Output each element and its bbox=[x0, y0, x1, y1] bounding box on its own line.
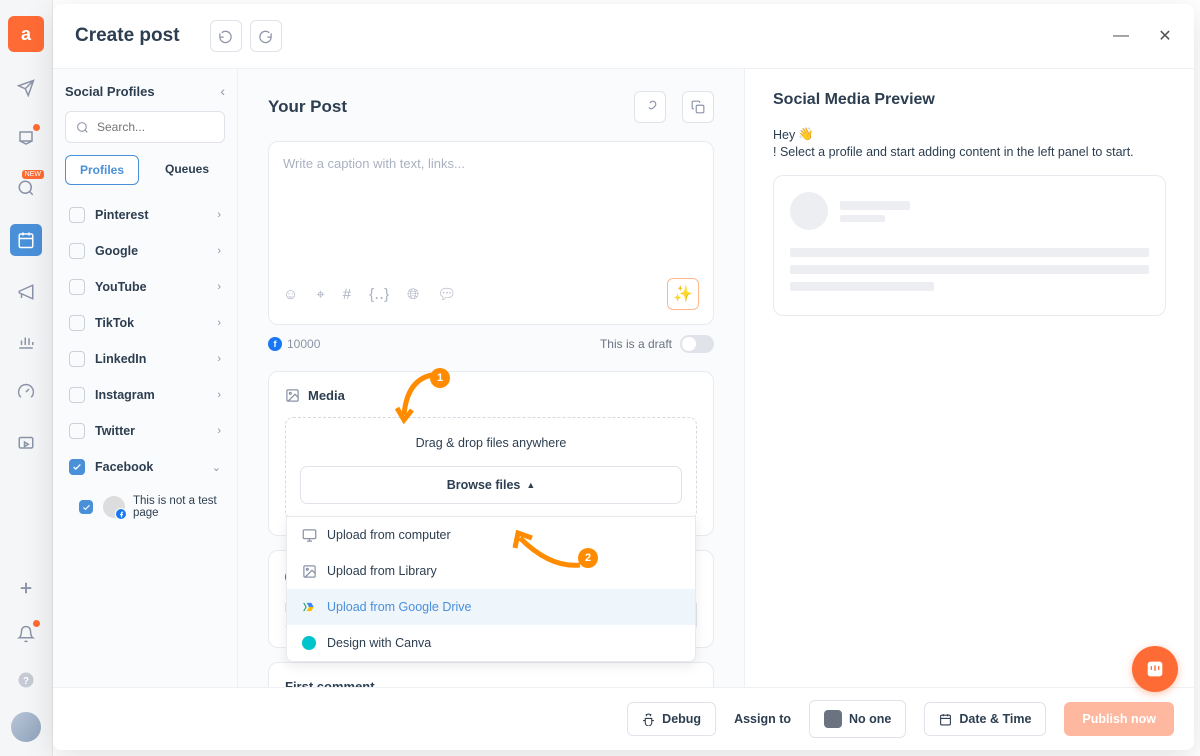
user-avatar[interactable] bbox=[11, 712, 41, 742]
bell-icon[interactable] bbox=[12, 620, 40, 648]
noone-icon bbox=[824, 710, 842, 728]
create-post-modal: Create post — ✕ Social Profiles ‹ Profil… bbox=[53, 4, 1194, 750]
close-button[interactable]: ✕ bbox=[1158, 29, 1172, 43]
gdrive-icon bbox=[301, 599, 317, 615]
first-comment-section: First comment Publish a first comment wi… bbox=[268, 662, 714, 687]
location-icon[interactable]: ⌖ bbox=[316, 286, 324, 303]
preview-text: Hey 👋 ! Select a profile and start addin… bbox=[773, 127, 1166, 159]
help-icon[interactable]: ? bbox=[12, 666, 40, 694]
redo-button[interactable] bbox=[250, 20, 282, 52]
chat-icon[interactable]: 💬︎ bbox=[437, 285, 456, 303]
modal-title: Create post bbox=[75, 25, 180, 47]
sub-profile-page[interactable]: This is not a test page bbox=[65, 485, 225, 529]
ai-magic-button[interactable]: ✨ bbox=[667, 278, 699, 310]
upload-dropdown: Upload from computer Upload from Library… bbox=[286, 516, 696, 662]
hashtag-icon[interactable]: # bbox=[343, 286, 351, 303]
draft-toggle[interactable] bbox=[680, 335, 714, 353]
library-icon[interactable] bbox=[12, 428, 40, 456]
profile-facebook[interactable]: Facebook⌄ bbox=[65, 449, 225, 485]
variable-icon[interactable]: {‥} bbox=[369, 285, 389, 303]
undo-button[interactable] bbox=[210, 20, 242, 52]
upload-library[interactable]: Upload from Library bbox=[287, 553, 695, 589]
wave-emoji: 👋 bbox=[798, 127, 814, 142]
gauge-icon[interactable] bbox=[12, 378, 40, 406]
app-logo[interactable]: a bbox=[8, 16, 44, 52]
debug-button[interactable]: Debug bbox=[627, 702, 716, 736]
app-sidebar: a NEW ? bbox=[0, 0, 53, 756]
emoji-icon[interactable]: ☺ bbox=[283, 286, 298, 303]
profile-linkedin[interactable]: LinkedIn› bbox=[65, 341, 225, 377]
first-comment-title: First comment bbox=[285, 679, 490, 687]
preview-avatar-placeholder bbox=[790, 192, 828, 230]
calendar-icon[interactable] bbox=[10, 224, 42, 256]
profile-youtube[interactable]: YouTube› bbox=[65, 269, 225, 305]
link-button[interactable] bbox=[634, 91, 666, 123]
inbox-icon[interactable] bbox=[12, 124, 40, 152]
monitor-icon bbox=[301, 527, 317, 543]
caption-box[interactable]: Write a caption with text, links... ☺ ⌖ … bbox=[268, 141, 714, 325]
intercom-button[interactable] bbox=[1132, 646, 1178, 692]
media-title: Media bbox=[308, 388, 345, 403]
search-world-icon[interactable]: NEW bbox=[12, 174, 40, 202]
upload-computer[interactable]: Upload from computer bbox=[287, 517, 695, 553]
draft-label: This is a draft bbox=[600, 337, 672, 351]
caption-placeholder: Write a caption with text, links... bbox=[283, 156, 699, 266]
datetime-button[interactable]: Date & Time bbox=[924, 702, 1046, 736]
browse-files-button[interactable]: Browse files ▲ bbox=[300, 466, 682, 504]
upload-google-drive[interactable]: Upload from Google Drive bbox=[287, 589, 695, 625]
library-upload-icon bbox=[301, 563, 317, 579]
post-title: Your Post bbox=[268, 97, 347, 117]
modal-footer: Debug Assign to No one Date & Time Publi… bbox=[53, 687, 1194, 750]
search-input[interactable] bbox=[65, 111, 225, 143]
tab-queues[interactable]: Queues bbox=[151, 155, 223, 185]
search-icon bbox=[76, 121, 89, 134]
profiles-title: Social Profiles bbox=[65, 84, 155, 99]
char-count: f 10000 bbox=[268, 337, 320, 351]
plus-icon[interactable] bbox=[12, 574, 40, 602]
preview-panel: Social Media Preview Hey 👋 ! Select a pr… bbox=[744, 69, 1194, 687]
modal-header: Create post — ✕ bbox=[53, 4, 1194, 69]
preview-title: Social Media Preview bbox=[773, 91, 1166, 109]
profile-twitter[interactable]: Twitter› bbox=[65, 413, 225, 449]
megaphone-icon[interactable] bbox=[12, 278, 40, 306]
analytics-icon[interactable] bbox=[12, 328, 40, 356]
media-section: Media Drag & drop files anywhere Browse … bbox=[268, 371, 714, 536]
svg-text:?: ? bbox=[23, 676, 29, 687]
copy-button[interactable] bbox=[682, 91, 714, 123]
profile-google[interactable]: Google› bbox=[65, 233, 225, 269]
globe-icon[interactable]: 🌐︎ bbox=[407, 286, 419, 303]
tab-profiles[interactable]: Profiles bbox=[65, 155, 139, 185]
image-icon bbox=[285, 388, 300, 403]
upload-canva[interactable]: Design with Canva bbox=[287, 625, 695, 661]
post-panel: Your Post Write a caption with text, lin… bbox=[238, 69, 744, 687]
media-dropzone[interactable]: Drag & drop files anywhere Browse files … bbox=[285, 417, 697, 519]
assign-label: Assign to bbox=[734, 712, 791, 726]
drop-text: Drag & drop files anywhere bbox=[300, 436, 682, 450]
assignee-button[interactable]: No one bbox=[809, 700, 906, 738]
profile-instagram[interactable]: Instagram› bbox=[65, 377, 225, 413]
canva-icon bbox=[301, 635, 317, 651]
preview-card bbox=[773, 175, 1166, 316]
facebook-icon: f bbox=[268, 337, 282, 351]
collapse-profiles-button[interactable]: ‹ bbox=[220, 83, 225, 99]
profiles-panel: Social Profiles ‹ Profiles Queues Pinter… bbox=[53, 69, 238, 687]
minimize-button[interactable]: — bbox=[1114, 29, 1128, 43]
publish-button[interactable]: Publish now bbox=[1064, 702, 1174, 736]
profile-pinterest[interactable]: Pinterest› bbox=[65, 197, 225, 233]
profile-tiktok[interactable]: TikTok› bbox=[65, 305, 225, 341]
send-icon[interactable] bbox=[12, 74, 40, 102]
